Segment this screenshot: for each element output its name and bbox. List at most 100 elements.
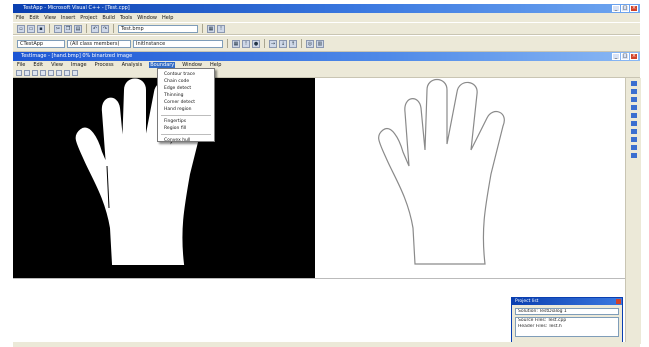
child-title-bar: TestImage - [hand.bmp] 0% binarized imag…	[13, 52, 640, 61]
pan-tool-icon[interactable]	[630, 97, 637, 102]
rect-tool-icon[interactable]	[630, 137, 637, 142]
close-icon[interactable]: ×	[630, 5, 638, 12]
cut-icon[interactable]	[40, 70, 46, 76]
step-icon[interactable]: →	[269, 39, 277, 48]
menu-edit[interactable]: Edit	[29, 15, 39, 21]
window-controls: _ □ ×	[612, 5, 638, 12]
dialog-title: Project list	[512, 298, 622, 305]
new-file-icon[interactable]	[16, 70, 22, 76]
paste-icon[interactable]	[56, 70, 62, 76]
open-folder-icon[interactable]: ▭	[27, 24, 35, 33]
select-tool-icon[interactable]	[630, 81, 637, 86]
build-icon[interactable]: ▦	[232, 39, 240, 48]
list-item[interactable]: Header Files: Test.h	[516, 324, 618, 330]
child-title: TestImage - [hand.bmp] 0% binarized imag…	[21, 53, 133, 59]
line-tool-icon[interactable]	[630, 129, 637, 134]
memory-icon[interactable]: ▥	[316, 39, 324, 48]
text-tool-icon[interactable]	[630, 153, 637, 158]
dropdown-item[interactable]: Convex hull	[158, 137, 214, 144]
child-menu-view[interactable]: View	[50, 62, 64, 68]
ide-title: TestApp - Microsoft Visual C++ - [Test.c…	[23, 5, 130, 11]
menu-file[interactable]: File	[16, 15, 24, 21]
run-icon[interactable]: !	[242, 39, 250, 48]
dropdown-item[interactable]: Edge detect	[158, 85, 214, 92]
maximize-icon[interactable]: □	[621, 5, 629, 12]
minimize-icon[interactable]: _	[612, 53, 620, 60]
eraser-tool-icon[interactable]	[630, 121, 637, 126]
close-icon[interactable]	[616, 299, 621, 304]
copy-icon[interactable]	[48, 70, 54, 76]
toolbar-separator	[86, 24, 87, 33]
status-bar	[13, 342, 640, 347]
maximize-icon[interactable]: □	[621, 53, 629, 60]
function-combo[interactable]: InitInstance	[133, 39, 223, 48]
menu-help[interactable]: Help	[162, 15, 173, 21]
menu-tools[interactable]: Tools	[120, 15, 132, 21]
zoom-tool-icon[interactable]	[630, 89, 637, 94]
wizard-toolbar: CTestApp (All class members) InitInstanc…	[13, 35, 640, 52]
dropdown-item[interactable]: Fingertips	[158, 118, 214, 125]
child-toolbar	[13, 69, 640, 78]
dialog-solution-field[interactable]: Solution: TestDialog 1	[515, 308, 619, 315]
members-combo[interactable]: (All class members)	[67, 39, 131, 48]
redo-icon[interactable]: ↷	[101, 24, 109, 33]
close-icon[interactable]: ×	[630, 53, 638, 60]
print-icon[interactable]	[64, 70, 70, 76]
toolbar-separator	[49, 24, 50, 33]
contour-hand-image	[378, 78, 505, 265]
fill-tool-icon[interactable]	[630, 113, 637, 118]
menu-separator	[161, 134, 211, 135]
step-out-icon[interactable]: ↑	[289, 39, 297, 48]
dropdown-item[interactable]: Chain code	[158, 78, 214, 85]
watch-icon[interactable]: ◎	[306, 39, 314, 48]
contour-image-pane	[315, 78, 625, 278]
menu-project[interactable]: Project	[80, 15, 97, 21]
run-icon[interactable]: !	[217, 24, 225, 33]
ide-menu-bar: File Edit View Insert Project Build Tool…	[13, 13, 640, 22]
ide-title-bar: TestApp - Microsoft Visual C++ - [Test.c…	[13, 4, 640, 13]
child-menu-file[interactable]: File	[16, 62, 26, 68]
minimize-icon[interactable]: _	[612, 5, 620, 12]
child-menu-process[interactable]: Process	[94, 62, 115, 68]
child-window-controls: _ □ ×	[612, 53, 638, 60]
child-menu-image[interactable]: Image	[70, 62, 88, 68]
child-menu-bar: File Edit View Image Process Analysis Bo…	[13, 61, 640, 69]
breakpoint-icon[interactable]: ●	[252, 39, 260, 48]
class-combo[interactable]: CTestApp	[17, 39, 65, 48]
right-toolbar-strip	[625, 78, 641, 344]
toolbar-separator	[264, 39, 265, 48]
toolbar-separator	[202, 24, 203, 33]
cut-icon[interactable]: ✂	[54, 24, 62, 33]
build-icon[interactable]: ▦	[207, 24, 215, 33]
menu-window[interactable]: Window	[137, 15, 157, 21]
dropdown-item[interactable]: Contour trace	[158, 71, 214, 78]
dropdown-item[interactable]: Corner detect	[158, 99, 214, 106]
standard-toolbar: ▫ ▭ ▪ ✂ ❐ ▤ ↶ ↷ Test.bmp ▦ !	[13, 22, 640, 35]
step-into-icon[interactable]: ↓	[279, 39, 287, 48]
menu-build[interactable]: Build	[102, 15, 115, 21]
undo-icon[interactable]: ↶	[91, 24, 99, 33]
dropdown-item[interactable]: Thinning	[158, 92, 214, 99]
copy-icon[interactable]: ❐	[64, 24, 72, 33]
menu-separator	[161, 115, 211, 116]
dropdown-item[interactable]: Hand region	[158, 106, 214, 113]
menu-view[interactable]: View	[44, 15, 56, 21]
child-menu-edit[interactable]: Edit	[32, 62, 44, 68]
ellipse-tool-icon[interactable]	[630, 145, 637, 150]
paste-icon[interactable]: ▤	[74, 24, 82, 33]
dialog-file-list[interactable]: Source Files: Test.cpp Header Files: Tes…	[515, 317, 619, 337]
open-folder-icon[interactable]	[24, 70, 30, 76]
toolbar-separator	[301, 39, 302, 48]
project-dialog: Project list Solution: TestDialog 1 Sour…	[511, 297, 623, 343]
pen-tool-icon[interactable]	[630, 105, 637, 110]
find-combo[interactable]: Test.bmp	[118, 24, 198, 33]
save-icon[interactable]	[32, 70, 38, 76]
toolbar-separator	[113, 24, 114, 33]
child-menu-analysis[interactable]: Analysis	[121, 62, 144, 68]
save-icon[interactable]: ▪	[37, 24, 45, 33]
new-file-icon[interactable]: ▫	[17, 24, 25, 33]
menu-insert[interactable]: Insert	[61, 15, 75, 21]
toolbar-separator	[227, 39, 228, 48]
help-icon[interactable]	[72, 70, 78, 76]
dropdown-item[interactable]: Region fill	[158, 125, 214, 132]
